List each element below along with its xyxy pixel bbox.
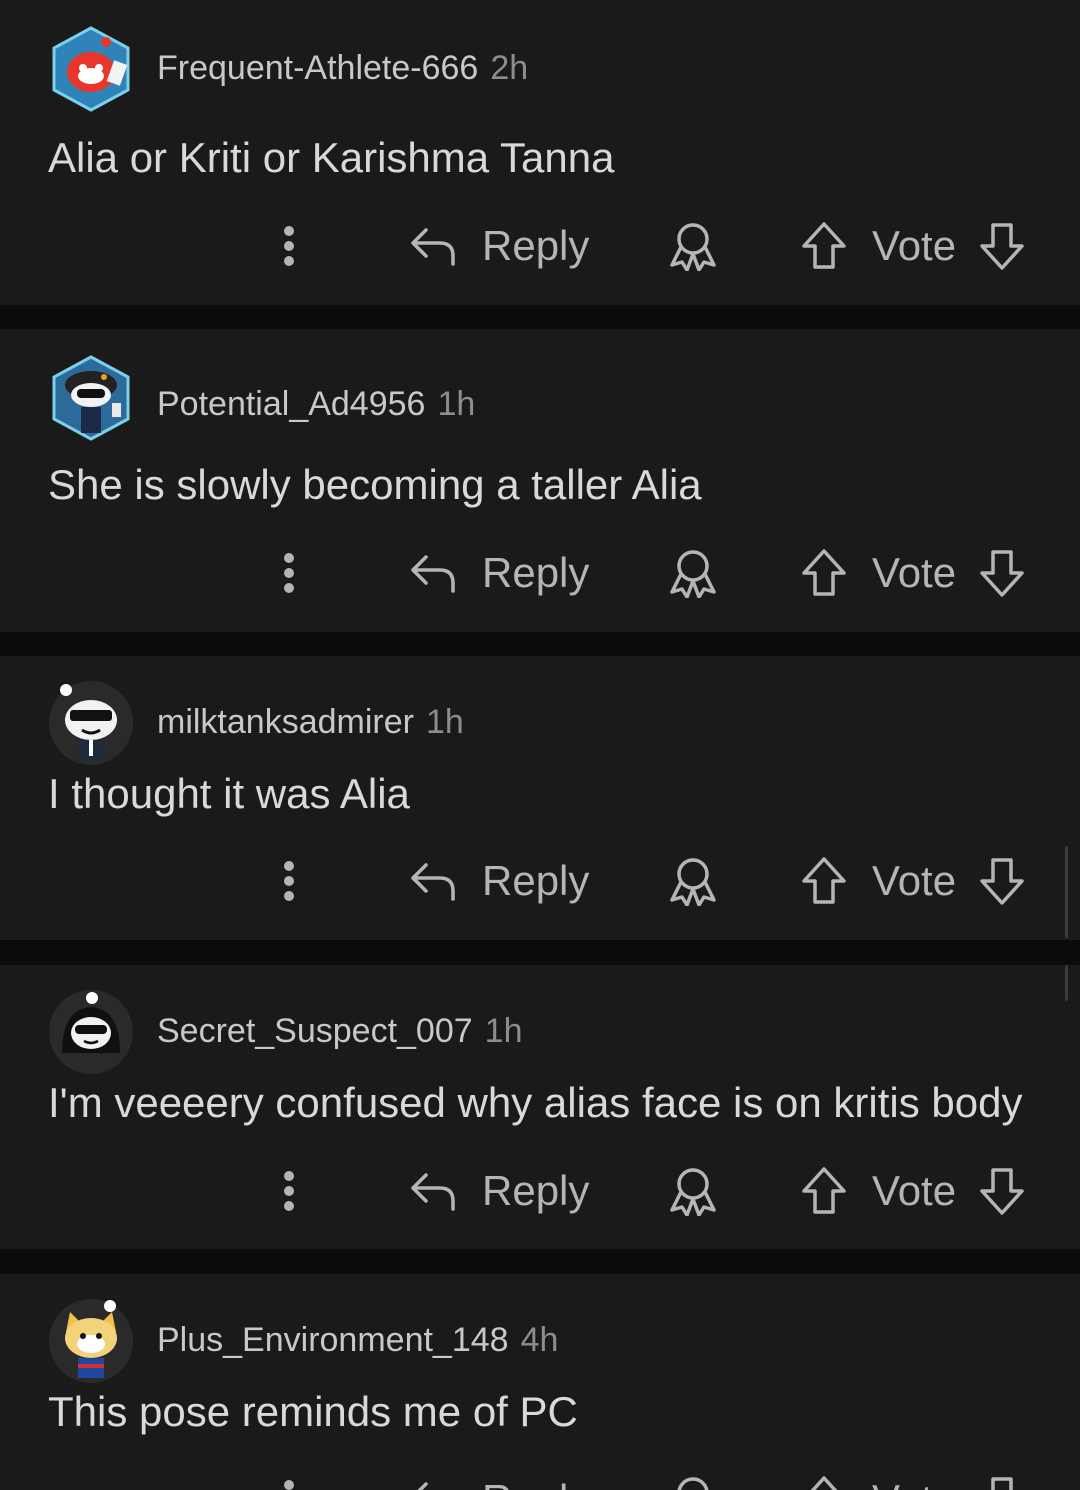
timestamp: 1h <box>437 385 476 423</box>
award-button[interactable] <box>666 1467 720 1490</box>
scrollbar-thumb[interactable] <box>1065 846 1068 938</box>
reply-button[interactable]: Reply <box>408 1158 589 1224</box>
downvote-arrow-icon[interactable] <box>978 221 1026 271</box>
username[interactable]: Secret_Suspect_007 <box>157 1012 473 1050</box>
more-options-button[interactable] <box>268 540 310 606</box>
vote-label: Vote <box>872 857 957 904</box>
more-vertical-icon <box>283 225 295 267</box>
vote-label: Vote <box>872 1167 957 1214</box>
reply-label: Reply <box>482 549 590 596</box>
timestamp: 4h <box>520 1321 559 1359</box>
more-options-button[interactable] <box>268 848 310 914</box>
reply-label: Reply <box>482 1167 590 1214</box>
avatar[interactable] <box>48 680 134 766</box>
more-options-button[interactable] <box>268 1467 310 1490</box>
reply-label: Reply <box>482 1476 589 1490</box>
vote-group: Vote <box>800 848 1026 914</box>
reply-arrow-icon <box>408 551 458 595</box>
scrollbar-thumb[interactable] <box>1065 965 1068 1001</box>
avatar[interactable] <box>48 1298 134 1384</box>
username[interactable]: Plus_Environment_148 <box>157 1321 509 1359</box>
vote-label: Vote <box>872 1476 956 1490</box>
more-options-button[interactable] <box>268 213 310 279</box>
reply-arrow-icon <box>408 859 458 903</box>
more-options-button[interactable] <box>268 1158 310 1224</box>
comment-actions: Reply Vote <box>0 213 1080 279</box>
comment-meta: Potential_Ad4956 1h <box>157 384 475 424</box>
upvote-arrow-icon[interactable] <box>800 1475 848 1490</box>
reply-label: Reply <box>482 857 590 904</box>
reply-arrow-icon <box>408 1169 458 1213</box>
comment-card: Secret_Suspect_007 1h I'm veeeery confuse… <box>0 965 1080 1249</box>
upvote-arrow-icon[interactable] <box>800 548 848 598</box>
comment-actions: Reply Vote <box>0 1467 1080 1490</box>
comment-actions: Reply Vote <box>0 540 1080 606</box>
timestamp: 1h <box>425 703 464 741</box>
more-vertical-icon <box>283 860 295 902</box>
avatar[interactable] <box>48 355 134 441</box>
comment-meta: Frequent-Athlete-666 2h <box>157 48 528 88</box>
username[interactable]: Potential_Ad4956 <box>157 385 425 423</box>
comment-text: Alia or Kriti or Karishma Tanna <box>48 134 615 181</box>
vote-label: Vote <box>872 549 957 596</box>
award-ribbon-icon <box>666 856 720 906</box>
comment-card: Frequent-Athlete-666 2h Alia or Kriti or … <box>0 0 1080 305</box>
comment-meta: Secret_Suspect_007 1h <box>157 1011 523 1051</box>
award-ribbon-icon <box>666 1166 720 1216</box>
reply-button[interactable]: Reply <box>408 1467 589 1490</box>
award-ribbon-icon <box>666 1475 720 1490</box>
timestamp: 2h <box>490 49 529 87</box>
reply-arrow-icon <box>408 1478 458 1490</box>
timestamp: 1h <box>484 1012 523 1050</box>
avatar[interactable] <box>48 26 134 112</box>
reply-arrow-icon <box>408 224 458 268</box>
comment-text: This pose reminds me of PC <box>48 1388 578 1435</box>
username[interactable]: Frequent-Athlete-666 <box>157 49 478 87</box>
comment-text: She is slowly becoming a taller Alia <box>48 461 702 508</box>
more-vertical-icon <box>283 1479 295 1490</box>
downvote-arrow-icon[interactable] <box>978 1475 1026 1490</box>
comment-card: milktanksadmirer 1h I thought it was Alia… <box>0 656 1080 940</box>
avatar[interactable] <box>48 989 134 1075</box>
award-button[interactable] <box>666 1158 720 1224</box>
award-ribbon-icon <box>666 548 720 598</box>
reply-label: Reply <box>482 222 590 269</box>
upvote-arrow-icon[interactable] <box>800 856 848 906</box>
reply-button[interactable]: Reply <box>408 848 589 914</box>
award-button[interactable] <box>666 540 720 606</box>
comment-text: I'm veeeery confused why alias face is o… <box>48 1079 1023 1126</box>
comment-meta: Plus_Environment_148 4h <box>157 1320 558 1360</box>
comment-text: I thought it was Alia <box>48 770 410 817</box>
downvote-arrow-icon[interactable] <box>978 548 1026 598</box>
vote-group: Vote <box>800 540 1026 606</box>
comment-actions: Reply Vote <box>0 1158 1080 1224</box>
comment-card: Potential_Ad4956 1h She is slowly becomin… <box>0 329 1080 632</box>
vote-group: Vote <box>800 213 1026 279</box>
more-vertical-icon <box>283 552 295 594</box>
reply-button[interactable]: Reply <box>408 213 589 279</box>
comment-card: Plus_Environment_148 4h This pose reminds… <box>0 1274 1080 1490</box>
username[interactable]: milktanksadmirer <box>157 703 414 741</box>
award-button[interactable] <box>666 848 720 914</box>
reply-button[interactable]: Reply <box>408 540 589 606</box>
downvote-arrow-icon[interactable] <box>978 1166 1026 1216</box>
upvote-arrow-icon[interactable] <box>800 221 848 271</box>
comment-actions: Reply Vote <box>0 848 1080 914</box>
comment-meta: milktanksadmirer 1h <box>157 702 464 742</box>
vote-label: Vote <box>872 222 957 269</box>
award-ribbon-icon <box>666 221 720 271</box>
award-button[interactable] <box>666 213 720 279</box>
vote-group: Vote <box>800 1158 1026 1224</box>
upvote-arrow-icon[interactable] <box>800 1166 848 1216</box>
downvote-arrow-icon[interactable] <box>978 856 1026 906</box>
vote-group: Vote <box>800 1467 1026 1490</box>
more-vertical-icon <box>283 1170 295 1212</box>
